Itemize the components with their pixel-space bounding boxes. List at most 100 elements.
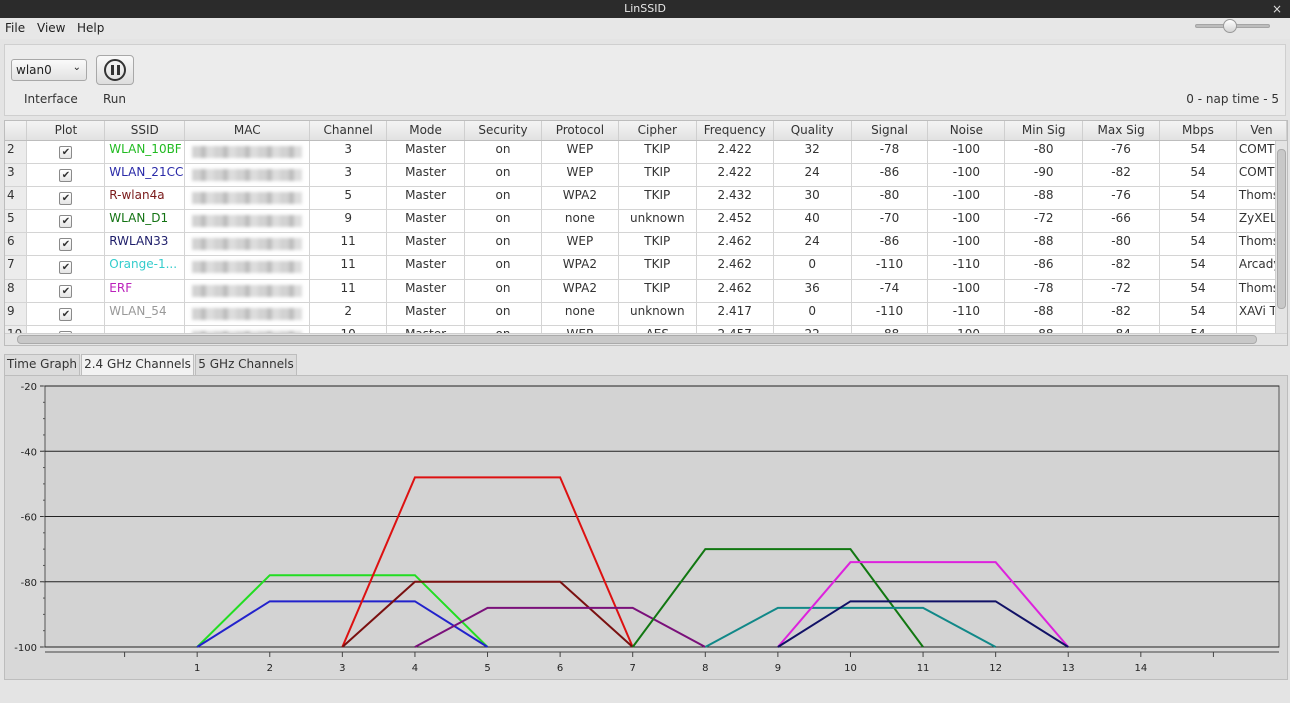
interface-select[interactable]: wlan0 ⌄ <box>11 59 87 81</box>
plot-checkbox[interactable]: ✔ <box>59 191 73 205</box>
run-label: Run <box>103 92 127 106</box>
plot-cell: ✔ <box>26 186 106 211</box>
column-header-noise[interactable]: Noise <box>927 121 1006 141</box>
quality-cell: 30 <box>773 186 852 211</box>
column-header-min-sig[interactable]: Min Sig <box>1004 121 1084 141</box>
frequency-cell: 2.462 <box>696 255 774 280</box>
menu-help[interactable]: Help <box>77 21 104 35</box>
column-header-mbps[interactable]: Mbps <box>1159 121 1237 141</box>
x-tick-label: 10 <box>844 663 857 674</box>
x-tick-label: 4 <box>412 663 418 674</box>
tab-5ghz-channels[interactable]: 5 GHz Channels <box>195 354 297 375</box>
min-sig-cell: -86 <box>1004 255 1084 280</box>
security-cell: on <box>464 302 542 327</box>
column-header-plot[interactable]: Plot <box>26 121 106 141</box>
x-tick-label: 9 <box>775 663 781 674</box>
mode-cell: Master <box>386 163 466 187</box>
interface-label: Interface <box>24 92 78 106</box>
noise-cell: -110 <box>927 302 1006 327</box>
table-row[interactable]: 7 ✔ Orange-1... 11 Master on WPA2 TKIP 2.462 0 -11… <box>5 255 1287 280</box>
vertical-scrollbar[interactable] <box>1275 141 1287 336</box>
column-header-protocol[interactable]: Protocol <box>541 121 619 141</box>
tab-time-graph[interactable]: Time Graph <box>4 354 80 375</box>
noise-cell: -100 <box>927 209 1006 234</box>
column-header-mac[interactable]: MAC <box>184 121 311 141</box>
cipher-cell: unknown <box>618 209 697 234</box>
column-header-security[interactable]: Security <box>464 121 542 141</box>
table-row[interactable]: 2 ✔ WLAN_10BF 3 Master on WEP TKIP 2.422 32 -78 -10… <box>5 140 1287 164</box>
protocol-cell: WEP <box>541 163 619 187</box>
mac-cell <box>184 209 311 234</box>
table-row[interactable]: 6 ✔ RWLAN33 11 Master on WEP TKIP 2.462 24 -86 -100… <box>5 232 1287 257</box>
mbps-cell: 54 <box>1159 186 1237 211</box>
networks-table: Plot SSID MAC Channel Mode Security Protocol Ci… <box>4 120 1288 346</box>
column-header-frequency[interactable]: Frequency <box>696 121 774 141</box>
signal-cell: -110 <box>851 302 929 327</box>
signal-cell: -70 <box>851 209 929 234</box>
y-tick-label: -40 <box>21 447 37 458</box>
tab-2-4ghz-channels[interactable]: 2.4 GHz Channels <box>81 354 194 376</box>
column-header-quality[interactable]: Quality <box>773 121 852 141</box>
table-row[interactable]: 8 ✔ ERF 11 Master on WPA2 TKIP 2.462 36 -74 -100 -78… <box>5 279 1287 303</box>
x-tick-label: 13 <box>1062 663 1075 674</box>
table-row[interactable]: 5 ✔ WLAN_D1 9 Master on none unknown 2.452 40 -70-… <box>5 209 1287 234</box>
plot-checkbox[interactable]: ✔ <box>59 307 73 321</box>
mode-cell: Master <box>386 140 466 164</box>
plot-checkbox[interactable]: ✔ <box>59 261 73 275</box>
min-sig-cell: -90 <box>1004 163 1084 187</box>
security-cell: on <box>464 140 542 164</box>
signal-cell: -74 <box>851 279 929 303</box>
plot-checkbox[interactable]: ✔ <box>59 238 73 252</box>
channel-chart: -20-40-60-80-1001 2 3 4 5 6 7 8 9 10 11 12 13 14 <box>14 382 1280 674</box>
menu-view[interactable]: View <box>37 21 65 35</box>
horizontal-scrollbar[interactable] <box>5 333 1287 345</box>
max-sig-cell: -76 <box>1082 186 1161 211</box>
plot-checkbox[interactable]: ✔ <box>59 168 73 182</box>
signal-cell: -78 <box>851 140 929 164</box>
max-sig-cell: -66 <box>1082 209 1161 234</box>
mac-address-redacted <box>192 145 303 158</box>
column-header-ven[interactable]: Ven <box>1236 121 1287 141</box>
column-header-cipher[interactable]: Cipher <box>618 121 697 141</box>
plot-checkbox[interactable]: ✔ <box>59 284 73 298</box>
cipher-cell: TKIP <box>618 186 697 211</box>
mac-address-redacted <box>192 191 303 204</box>
noise-cell: -100 <box>927 232 1006 257</box>
ssid-cell: ERF <box>104 279 186 303</box>
menu-file[interactable]: File <box>5 21 25 35</box>
x-tick-label: 1 <box>194 663 200 674</box>
table-row[interactable]: 9 ✔ WLAN_54 2 Master on none unknown 2.417 0 -110-… <box>5 302 1287 327</box>
column-header-mode[interactable]: Mode <box>386 121 466 141</box>
channel-graph-panel: -20 -40 -60 -80 -100 1 2 3 4 5 6 7 8 9 10 11 12 13 14 <box>4 375 1288 680</box>
security-cell: on <box>464 186 542 211</box>
row-number: 2 <box>5 140 28 164</box>
mac-cell <box>184 232 311 257</box>
close-icon[interactable]: × <box>1272 0 1282 18</box>
noise-cell: -100 <box>927 186 1006 211</box>
column-header-ssid[interactable]: SSID <box>104 121 186 141</box>
column-header-signal[interactable]: Signal <box>851 121 929 141</box>
signal-cell: -80 <box>851 186 929 211</box>
y-tick-label: -20 <box>21 382 37 393</box>
ssid-cell: RWLAN33 <box>104 232 186 257</box>
nap-time-slider-handle[interactable] <box>1223 19 1237 33</box>
plot-checkbox[interactable]: ✔ <box>59 145 73 159</box>
table-row[interactable]: 4 ✔ R-wlan4a 5 Master on WPA2 TKIP 2.432 30 -80 -10… <box>5 186 1287 211</box>
security-cell: on <box>464 209 542 234</box>
column-header-max-sig[interactable]: Max Sig <box>1082 121 1161 141</box>
cipher-cell: TKIP <box>618 163 697 187</box>
table-row[interactable]: 3 ✔ WLAN_21CC 3 Master on WEP TKIP 2.422 24 -86 -10… <box>5 163 1287 187</box>
run-pause-button[interactable] <box>96 55 134 85</box>
mac-cell <box>184 302 311 327</box>
column-header-channel[interactable]: Channel <box>309 121 388 141</box>
toolbar: wlan0 ⌄ Interface Run 0 - nap time - 5 <box>4 44 1286 116</box>
noise-cell: -110 <box>927 255 1006 280</box>
plot-cell: ✔ <box>26 209 106 234</box>
plot-cell: ✔ <box>26 140 106 164</box>
y-tick-label: -80 <box>21 578 37 589</box>
plot-checkbox[interactable]: ✔ <box>59 215 73 229</box>
quality-cell: 36 <box>773 279 852 303</box>
x-tick-label: 14 <box>1134 663 1147 674</box>
ssid-cell: WLAN_10BF <box>104 140 186 164</box>
mac-address-redacted <box>192 307 303 320</box>
